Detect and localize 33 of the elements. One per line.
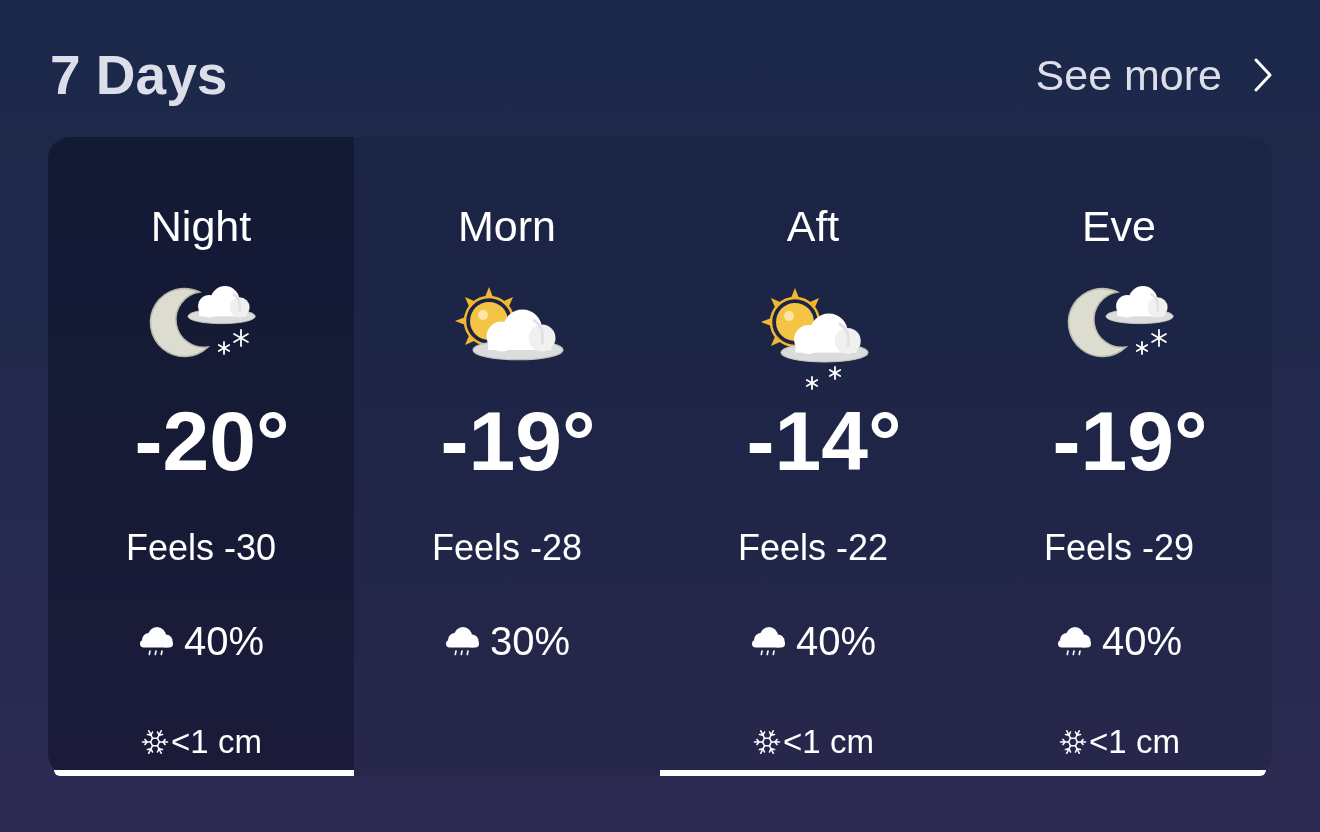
period-label: Eve bbox=[1081, 201, 1157, 252]
temperature-text: -20° bbox=[133, 393, 290, 489]
chevron-right-icon bbox=[1254, 58, 1272, 92]
feels-like-text: Feels -28 bbox=[431, 526, 583, 570]
snowfall-amount: <1 cm bbox=[783, 722, 874, 762]
feels-like-text: Feels -29 bbox=[1043, 526, 1195, 570]
precipitation-chance: 40% bbox=[1101, 618, 1183, 665]
snowflake-icon bbox=[140, 727, 171, 757]
forecast-period-column[interactable]: Night -20° Feels -30 40% <1 cm bbox=[48, 137, 354, 776]
see-more-link[interactable]: See more bbox=[1035, 49, 1272, 101]
temperature-text: -14° bbox=[745, 393, 902, 489]
rain-cloud-icon bbox=[137, 626, 174, 656]
forecast-period-column[interactable]: Aft -14° Feels -22 40% <1 cm bbox=[660, 137, 966, 776]
period-label: Morn bbox=[458, 201, 556, 252]
rain-cloud-icon bbox=[443, 626, 480, 656]
snowflake-icon bbox=[1058, 727, 1089, 757]
temperature-text: -19° bbox=[439, 393, 596, 489]
snowflake-icon bbox=[752, 727, 783, 757]
period-label: Aft bbox=[786, 201, 840, 252]
snowfall-amount: <1 cm bbox=[171, 722, 262, 762]
forecast-period-column[interactable]: Morn -19° Feels -28 30% bbox=[354, 137, 660, 776]
precipitation-chance: 40% bbox=[795, 618, 877, 665]
period-label: Night bbox=[150, 201, 252, 252]
feels-like-text: Feels -22 bbox=[737, 526, 889, 570]
temperature-text: -19° bbox=[1051, 393, 1208, 489]
forecast-period-column[interactable]: Eve -19° Feels -29 40% <1 cm bbox=[966, 137, 1272, 776]
rain-cloud-icon bbox=[1055, 626, 1092, 656]
precipitation-chance: 30% bbox=[489, 618, 571, 665]
precipitation-chance: 40% bbox=[183, 618, 265, 665]
feels-like-text: Feels -30 bbox=[125, 526, 277, 570]
rain-cloud-icon bbox=[749, 626, 786, 656]
section-title: 7 Days bbox=[49, 46, 228, 104]
snowfall-amount: <1 cm bbox=[1089, 722, 1180, 762]
